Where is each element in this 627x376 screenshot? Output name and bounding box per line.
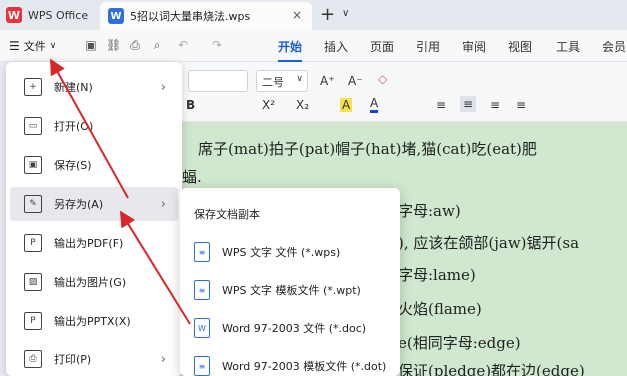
chevron-right-icon: › (160, 79, 166, 95)
wps-logo-icon: W (6, 7, 22, 23)
submenu-title: 保存文档副本 (194, 208, 260, 221)
subscript-button[interactable]: X₂ (296, 98, 309, 112)
save-as-wpt[interactable]: ≡ WPS 文字 模板文件 (*.wpt) (194, 278, 394, 302)
menu-item-export-pdf[interactable]: P 输出为PDF(F) (10, 226, 178, 260)
shrink-font-button[interactable]: A⁻ (348, 74, 363, 88)
menu-item-export-pptx[interactable]: P 输出为PPTX(X) (10, 304, 178, 338)
highlight-button[interactable]: A (340, 98, 353, 112)
menu-item-save[interactable]: ▣ 保存(S) (10, 148, 178, 182)
submenu-item-label: Word 97-2003 模板文件 (*.dot) (222, 360, 387, 373)
word-template-icon: ≡ (194, 356, 210, 376)
save-icon: ▣ (24, 156, 42, 174)
writer-doc-icon: W (108, 8, 124, 24)
doc-line: e(相同字母:edge) (398, 334, 521, 352)
title-bar: W WPS Office W 5招以词大量串烧法.wps × + ∨ (0, 0, 627, 30)
redo-icon[interactable]: ↷ (210, 38, 224, 52)
save-as-icon: ✎ (24, 195, 42, 213)
tab-insert[interactable]: 插入 (324, 38, 348, 55)
tab-review[interactable]: 审阅 (462, 38, 486, 55)
menu-item-label: 输出为PDF(F) (54, 237, 124, 250)
superscript-button[interactable]: X² (262, 98, 275, 112)
tab-list-dropdown[interactable]: ∨ (342, 8, 349, 19)
align-right-button[interactable]: ≡ (490, 98, 500, 112)
chevron-right-icon: › (160, 196, 166, 212)
pptx-icon: P (24, 312, 42, 330)
share-icon[interactable]: ⛓ (106, 38, 121, 52)
menu-item-label: 保存(S) (54, 159, 92, 172)
submenu-item-label: WPS 文字 模板文件 (*.wpt) (222, 284, 361, 297)
bold-button[interactable]: B (186, 98, 195, 112)
menu-item-label: 另存为(A) (54, 198, 104, 211)
new-tab-button[interactable]: + (320, 4, 335, 25)
pdf-icon: P (24, 234, 42, 252)
menu-item-label: 打开(O) (54, 120, 94, 133)
main-toolbar: ☰ 文件 ∨ ▣ ⛓ ⎙ ⌕ ↶ ↷ 开始 插入 页面 引用 审阅 视图 工具 … (0, 30, 627, 62)
menu-item-label: 新建(N) (54, 81, 93, 94)
tab-start[interactable]: 开始 (278, 38, 303, 62)
chevron-down-icon: ∨ (296, 74, 303, 84)
new-doc-icon: + (24, 78, 42, 96)
doc-line: 字母:aw) (398, 202, 461, 220)
image-icon: ▨ (24, 273, 42, 291)
app-tab-label: WPS Office (28, 8, 89, 22)
app-tab[interactable]: W WPS Office (0, 0, 98, 30)
chevron-right-icon: › (160, 351, 166, 367)
font-size-value: 二号 (262, 76, 284, 89)
doc-line: 蝠. (182, 168, 202, 186)
close-tab-icon[interactable]: × (292, 8, 302, 22)
tab-page[interactable]: 页面 (370, 38, 394, 55)
document-tab[interactable]: W 5招以词大量串烧法.wps × (100, 2, 312, 30)
doc-line: 字母:lame) (398, 266, 476, 284)
font-size-combo[interactable]: 二号 ∨ (256, 70, 308, 92)
font-name-combo[interactable] (188, 70, 248, 92)
font-color-button[interactable]: A (370, 96, 379, 113)
wpt-file-icon: ≡ (194, 280, 210, 300)
tab-member[interactable]: 会员 (602, 38, 626, 55)
document-tab-label: 5招以词大量串烧法.wps (130, 10, 251, 23)
hamburger-icon: ☰ (9, 39, 20, 53)
save-as-dot[interactable]: ≡ Word 97-2003 模板文件 (*.dot) (194, 354, 394, 376)
align-left-button[interactable]: ≡ (436, 98, 446, 112)
undo-icon[interactable]: ↶ (176, 38, 190, 52)
tab-view[interactable]: 视图 (508, 38, 532, 55)
submenu-item-label: WPS 文字 文件 (*.wps) (222, 246, 341, 259)
save-as-doc[interactable]: W Word 97-2003 文件 (*.doc) (194, 316, 394, 340)
align-center-button[interactable]: ≡ (460, 96, 477, 112)
menu-item-label: 输出为PPTX(X) (54, 315, 131, 328)
tab-tools[interactable]: 工具 (556, 38, 580, 55)
tab-reference[interactable]: 引用 (416, 38, 440, 55)
submenu-item-label: Word 97-2003 文件 (*.doc) (222, 322, 367, 335)
printer-icon: ⎙ (24, 350, 42, 368)
menu-item-label: 打印(P) (54, 353, 92, 366)
print-icon[interactable]: ⎙ (128, 38, 142, 52)
doc-line: ), 应该在颌部(jaw)锯开(sa (398, 234, 580, 252)
save-as-wps[interactable]: ≡ WPS 文字 文件 (*.wps) (194, 240, 394, 264)
chevron-down-icon: ∨ (49, 41, 57, 51)
file-menu-label: 文件 (23, 40, 46, 53)
doc-line: 火焰(flame) (398, 300, 482, 318)
wps-file-icon: ≡ (194, 242, 210, 262)
file-menu-button[interactable]: ☰ 文件 ∨ (4, 35, 70, 57)
menu-item-save-as[interactable]: ✎ 另存为(A) › (10, 187, 178, 221)
save-as-submenu: 保存文档副本 ≡ WPS 文字 文件 (*.wps) ≡ WPS 文字 模板文件… (180, 188, 400, 376)
grow-font-button[interactable]: A⁺ (320, 74, 335, 88)
ribbon: 二号 ∨ A⁺ A⁻ ◇ B X² X₂ A A ≡ ≡ ≡ ≡ (180, 62, 627, 122)
menu-item-print[interactable]: ⎙ 打印(P) › (10, 342, 178, 376)
menu-item-open[interactable]: ▭ 打开(O) (10, 109, 178, 143)
menu-item-label: 输出为图片(G) (54, 276, 127, 289)
doc-line: 保证(pledge)都在边(edge) (398, 362, 585, 376)
file-menu: + 新建(N) › ▭ 打开(O) ▣ 保存(S) ✎ 另存为(A) › P 输… (6, 62, 182, 376)
menu-item-export-image[interactable]: ▨ 输出为图片(G) (10, 265, 178, 299)
save-icon[interactable]: ▣ (84, 38, 98, 52)
preview-icon[interactable]: ⌕ (150, 38, 164, 52)
justify-button[interactable]: ≡ (516, 98, 526, 112)
doc-line: 席子(mat)拍子(pat)帽子(hat)堵,猫(cat)吃(eat)肥 (198, 140, 537, 158)
folder-icon: ▭ (24, 117, 42, 135)
menu-item-new[interactable]: + 新建(N) › (10, 70, 178, 104)
clear-format-icon[interactable]: ◇ (378, 72, 387, 86)
word-doc-icon: W (194, 318, 210, 338)
